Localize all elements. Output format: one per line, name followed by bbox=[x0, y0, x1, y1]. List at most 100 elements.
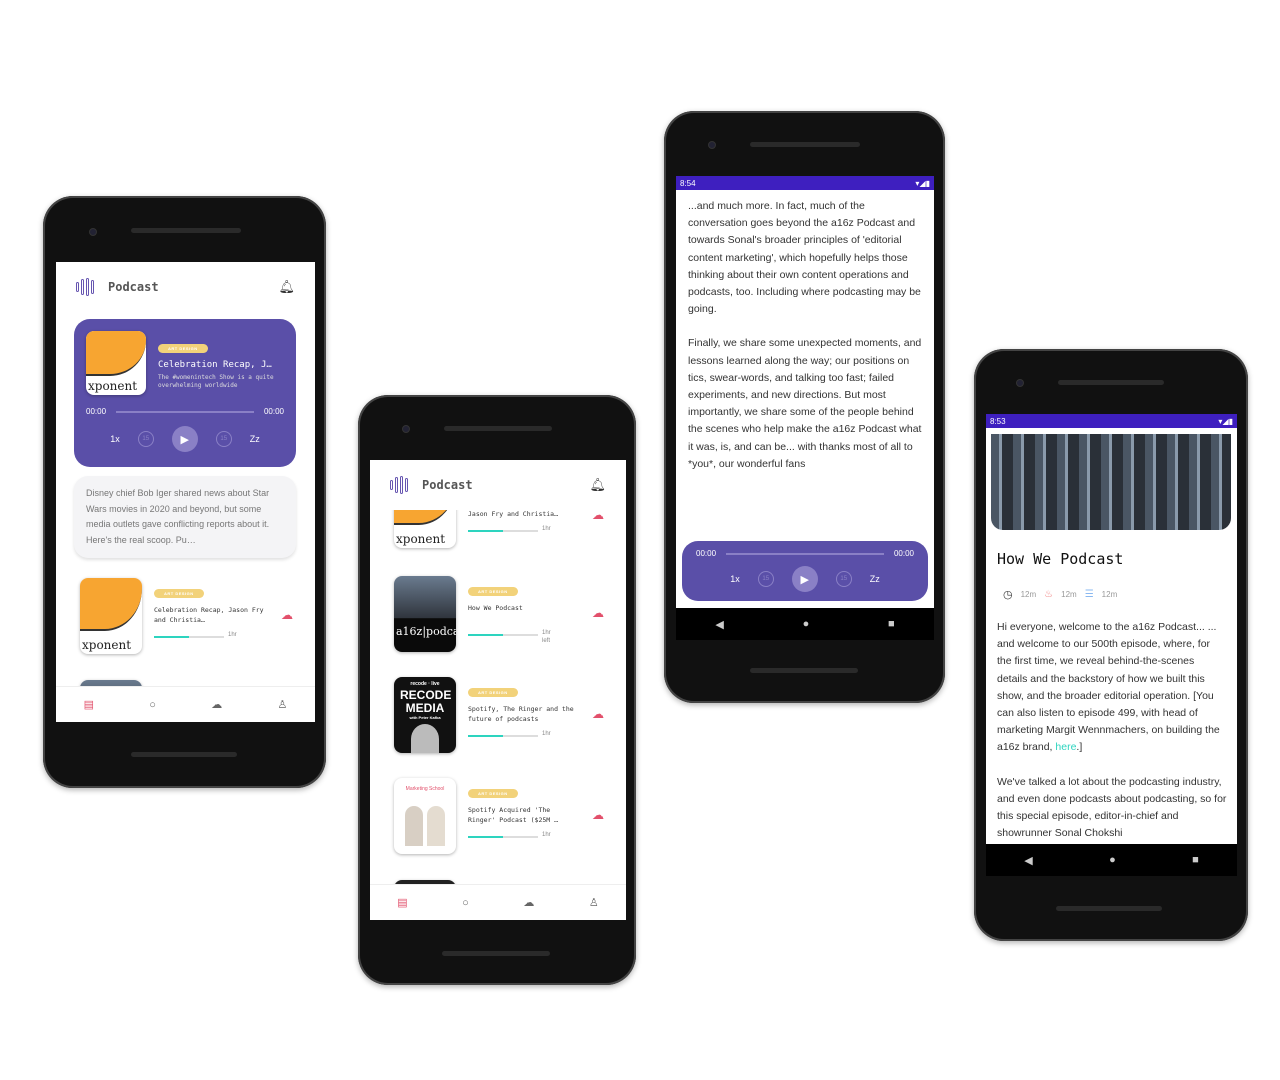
logo-icon bbox=[76, 278, 96, 296]
play-button[interactable]: ▶ bbox=[791, 566, 818, 592]
download-icon[interactable]: ☁ bbox=[281, 608, 293, 622]
phone-episode-text: 8:54 ▾◢▮ ...and much more. In fact, much … bbox=[664, 111, 945, 703]
back-icon[interactable]: ◀ bbox=[1024, 854, 1032, 867]
app-title: Podcast bbox=[422, 478, 473, 492]
download-icon[interactable]: ☁ bbox=[592, 606, 604, 620]
speed-button[interactable]: 1x bbox=[110, 434, 120, 444]
back-icon[interactable]: ◀ bbox=[715, 618, 723, 631]
episode-row[interactable]: a16z|podcast ART DESIGN How We Podcast 1h… bbox=[370, 576, 626, 656]
forward-15-icon[interactable]: 15 bbox=[215, 431, 232, 447]
speaker bbox=[444, 426, 552, 431]
app-title: Podcast bbox=[108, 280, 159, 294]
app-header: Podcast 🔔︎ bbox=[56, 262, 315, 312]
total-time: 00:00 bbox=[263, 407, 284, 416]
episode-artwork: a16z|podcast bbox=[394, 576, 456, 652]
category-badge: ART DESIGN bbox=[468, 688, 518, 697]
camera bbox=[708, 141, 716, 149]
episode-title: Spotify Acquired 'The Ringer' Podcast ($… bbox=[468, 806, 559, 824]
mini-player[interactable]: 00:00 00:00 1x 15 ▶ 15 Zz bbox=[682, 541, 928, 601]
stat-value: 12m bbox=[1101, 590, 1118, 599]
elapsed-time: 00:00 bbox=[86, 407, 107, 416]
fire-icon: ♨ bbox=[1044, 589, 1054, 600]
rewind-15-icon[interactable]: 15 bbox=[137, 431, 154, 447]
rewind-15-icon[interactable]: 15 bbox=[757, 571, 774, 587]
play-button[interactable]: ▶ bbox=[171, 426, 198, 452]
episode-artwork: Marketing School bbox=[394, 778, 456, 854]
sleep-timer-button[interactable]: Zz bbox=[250, 434, 260, 444]
forward-15-icon[interactable]: 15 bbox=[835, 571, 852, 587]
episode-title: How We Podcast bbox=[468, 604, 523, 612]
speaker bbox=[750, 142, 860, 147]
tab-profile-icon[interactable]: ♙ bbox=[589, 896, 599, 909]
download-icon[interactable]: ☁ bbox=[592, 508, 604, 522]
tab-home-icon[interactable]: ▤ bbox=[397, 896, 407, 909]
episode-description: Hi everyone, welcome to the a16z Podcast… bbox=[997, 619, 1227, 842]
episode-row[interactable]: xponent ART DESIGN Celebration Recap, Jas… bbox=[56, 578, 315, 658]
episode-title: Jason Fry and Christia… bbox=[468, 510, 559, 518]
status-bar: 8:54 ▾◢▮ bbox=[676, 176, 934, 190]
description-text: Disney chief Bob Iger shared news about … bbox=[86, 488, 270, 545]
logo-icon bbox=[390, 476, 410, 494]
now-playing-card[interactable]: xponent ART DESIGN Celebration Recap, J…… bbox=[74, 319, 296, 467]
episode-row[interactable]: recode · live RECODE MEDIA with Peter Kafk… bbox=[370, 677, 626, 757]
bell-icon[interactable]: 🔔︎ bbox=[278, 279, 295, 295]
speaker bbox=[131, 752, 237, 757]
tab-search-icon[interactable]: ○ bbox=[149, 699, 156, 711]
bell-icon[interactable]: 🔔︎ bbox=[589, 477, 606, 493]
episode-duration: 1hr bbox=[228, 632, 237, 638]
camera bbox=[402, 425, 410, 433]
episode-artwork: xponent bbox=[86, 331, 146, 395]
status-time: 8:53 bbox=[990, 416, 1006, 426]
speaker bbox=[442, 951, 550, 956]
episode-cover-image bbox=[991, 434, 1231, 530]
episode-duration: 1hr bbox=[542, 731, 551, 737]
screen: Podcast 🔔︎ xponent Jason Fry and Christi… bbox=[370, 460, 626, 920]
stat-value: 12m bbox=[1020, 590, 1037, 599]
tab-search-icon[interactable]: ○ bbox=[462, 897, 469, 909]
seek-bar[interactable] bbox=[116, 410, 254, 413]
camera bbox=[89, 228, 97, 236]
episode-title: How We Podcast bbox=[997, 550, 1124, 568]
speaker bbox=[1058, 380, 1164, 385]
episode-description: The #womenintech Show is a quite overwhe… bbox=[158, 374, 274, 390]
tab-downloads-icon[interactable]: ☁ bbox=[211, 698, 222, 711]
home-icon[interactable]: ● bbox=[1109, 854, 1116, 866]
seek-bar[interactable] bbox=[726, 552, 884, 555]
system-nav-bar: ◀ ● ■ bbox=[676, 608, 934, 640]
episode-duration: 1hr bbox=[542, 526, 551, 532]
recents-icon[interactable]: ■ bbox=[888, 618, 895, 630]
recents-icon[interactable]: ■ bbox=[1192, 854, 1199, 866]
download-icon[interactable]: ☁ bbox=[592, 707, 604, 721]
sleep-timer-button[interactable]: Zz bbox=[870, 574, 880, 584]
paragraph-end: .] bbox=[1076, 741, 1083, 754]
episode-title: Celebration Recap, Jason Fry and Christi… bbox=[154, 606, 264, 624]
episode-title: Spotify, The Ringer and the future of po… bbox=[468, 705, 574, 723]
episode-progress bbox=[468, 634, 538, 636]
tab-downloads-icon[interactable]: ☁ bbox=[523, 896, 534, 909]
episode-duration: 1hr left bbox=[542, 630, 551, 644]
phone-list: Podcast 🔔︎ xponent Jason Fry and Christi… bbox=[358, 395, 636, 985]
paragraph: Finally, we share some unexpected moment… bbox=[688, 337, 922, 470]
phone-episode-detail: 8:53 ▾◢▮ How We Podcast ◷ 12m ♨ 12m ☰ 12m Hi… bbox=[974, 349, 1248, 941]
tab-profile-icon[interactable]: ♙ bbox=[277, 698, 287, 711]
home-icon[interactable]: ● bbox=[803, 618, 810, 630]
episode-progress bbox=[468, 735, 538, 737]
episode-progress bbox=[468, 530, 538, 532]
download-icon[interactable]: ☁ bbox=[592, 808, 604, 822]
here-link[interactable]: here bbox=[1055, 741, 1076, 753]
speed-button[interactable]: 1x bbox=[730, 574, 740, 584]
description-card: Disney chief Bob Iger shared news about … bbox=[74, 476, 296, 558]
bottom-nav: ▤ ○ ☁ ♙ bbox=[370, 884, 626, 920]
episode-row[interactable]: Marketing School ART DESIGN Spotify Acqui… bbox=[370, 778, 626, 858]
speaker bbox=[131, 228, 241, 233]
status-bar: 8:53 ▾◢▮ bbox=[986, 414, 1237, 428]
episode-stats: ◷ 12m ♨ 12m ☰ 12m bbox=[1003, 588, 1117, 601]
episode-duration: 1hr bbox=[542, 832, 551, 838]
episode-artwork: recode · live RECODE MEDIA with Peter Kafk… bbox=[394, 677, 456, 753]
phone-home: Podcast 🔔︎ xponent ART DESIGN Celebratio… bbox=[43, 196, 326, 788]
total-time: 00:00 bbox=[893, 549, 914, 558]
status-time: 8:54 bbox=[680, 178, 696, 188]
paragraph: We've talked a lot about the podcasting … bbox=[997, 775, 1227, 840]
tab-home-icon[interactable]: ▤ bbox=[84, 698, 94, 711]
episode-progress bbox=[468, 836, 538, 838]
